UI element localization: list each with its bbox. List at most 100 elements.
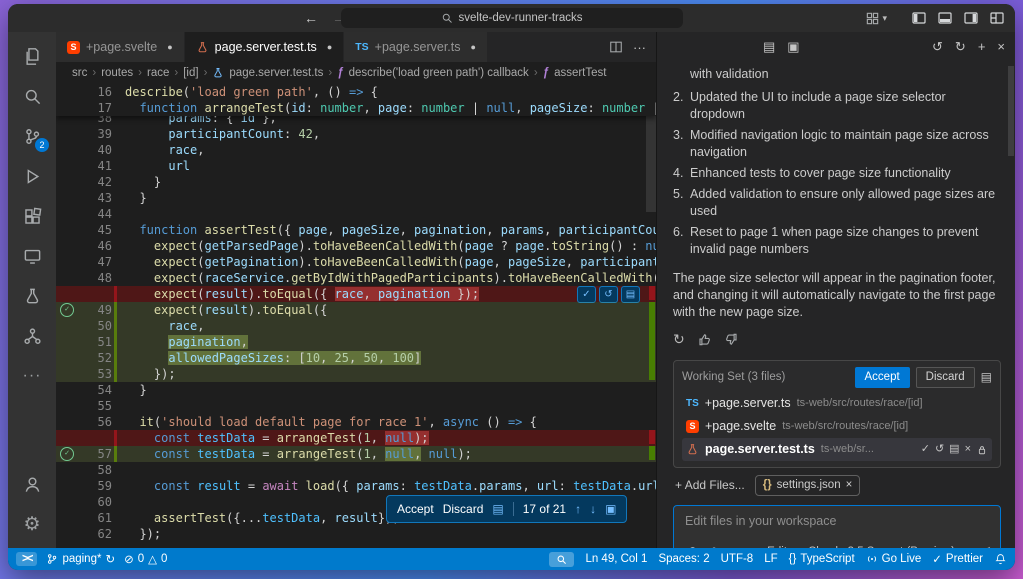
line-number[interactable]: 59 [78,479,112,493]
line-number[interactable]: 61 [78,511,112,525]
encoding-status[interactable]: UTF-8 [721,553,754,565]
open-diff-icon[interactable]: ▤ [492,502,503,516]
language-status[interactable]: {} TypeScript [789,553,855,565]
customize-layout-icon[interactable] [989,10,1005,26]
gutter[interactable]: ✓ [56,447,78,461]
open-file-icon[interactable]: ▤ [949,441,959,458]
settings-gear-icon[interactable]: ⚙ [8,504,56,544]
line-number[interactable]: 46 [78,239,112,253]
sync-icon[interactable]: ↻ [105,552,115,566]
accept-all-button[interactable]: Accept [855,367,910,388]
line-number[interactable]: 55 [78,399,112,413]
line-number[interactable]: 16 [78,85,112,99]
line-number[interactable]: 17 [78,101,112,115]
line-number[interactable]: 38 [78,116,112,125]
breadcrumb-item[interactable]: race [147,67,169,79]
code-line[interactable]: 46 expect(getParsedPage).toHaveBeenCalle… [56,238,656,254]
code-line[interactable]: 39 participantCount: 42, [56,126,656,142]
eol-status[interactable]: LF [764,553,777,565]
modified-dot-icon[interactable]: ● [167,42,172,52]
code-line[interactable]: 53 }); [56,366,656,382]
accept-change-icon[interactable]: ✓ [577,286,596,303]
code-line[interactable]: 44 [56,206,656,222]
command-center-search[interactable]: svelte-dev-runner-tracks [341,8,683,28]
modified-dot-icon[interactable]: ● [471,42,476,52]
settings-json-chip[interactable]: {} settings.json × [755,475,861,496]
breadcrumb-item[interactable]: page.server.test.ts [229,67,323,79]
prev-change-icon[interactable]: ↑ [575,502,581,516]
line-number[interactable]: 57 [78,447,112,461]
code-line[interactable]: ✓57 const testData = arrangeTest(1, null… [56,446,656,462]
more-actions-icon[interactable]: ··· [633,40,646,55]
run-debug-icon[interactable] [8,156,56,196]
line-number[interactable]: 51 [78,335,112,349]
regenerate-icon[interactable]: ↻ [673,331,685,348]
open-session-icon[interactable]: ▤ [763,39,775,55]
profile-menu[interactable]: ▾ [865,4,887,32]
line-number[interactable]: 47 [78,255,112,269]
code-line[interactable]: 58 [56,462,656,478]
org-chart-icon[interactable] [8,316,56,356]
cursor-position[interactable]: Ln 49, Col 1 [585,553,647,565]
discard-button[interactable]: Discard [443,502,484,516]
test-pass-icon[interactable]: ✓ [60,303,74,317]
line-number[interactable]: 56 [78,415,112,429]
code-line[interactable]: 55 [56,398,656,414]
remove-chip-icon[interactable]: × [846,477,853,494]
code-line[interactable]: 43 } [56,190,656,206]
line-number[interactable]: 43 [78,191,112,205]
testing-icon[interactable] [8,276,56,316]
line-number[interactable]: 41 [78,159,112,173]
line-number[interactable]: 40 [78,143,112,157]
prettier-status[interactable]: ✓ Prettier [932,552,983,566]
code-line[interactable]: 38 params: { id }, [56,116,656,126]
zoom-indicator[interactable] [549,552,574,567]
panel-scrollbar[interactable] [1008,66,1014,156]
line-number[interactable]: 42 [78,175,112,189]
indentation-status[interactable]: Spaces: 2 [658,553,709,565]
split-view-icon[interactable]: ▣ [787,39,799,55]
accept-button[interactable]: Accept [397,502,434,516]
add-files-button[interactable]: + Add Files... [675,477,745,494]
working-set-file[interactable]: TS+page.server.tsts-web/src/routes/race/… [682,392,992,415]
back-icon[interactable]: ← [304,10,318,26]
code-line[interactable]: 59 const result = await load({ params: t… [56,478,656,494]
breadcrumb-item[interactable]: [id] [183,67,198,79]
code-editor[interactable]: 16describe('load green path', () => {17 … [56,84,656,548]
git-branch-status[interactable]: paging* ↻ [46,552,115,566]
code-line[interactable]: 42 } [56,174,656,190]
toggle-secondary-sidebar-icon[interactable] [963,10,979,26]
gutter[interactable]: ✓ [56,303,78,317]
code-line[interactable]: 48 expect(raceService.getByIdWithPagedPa… [56,270,656,286]
explorer-icon[interactable] [8,36,56,76]
code-line[interactable]: 17 function arrangeTest(id: number, page… [56,100,656,116]
line-number[interactable]: 53 [78,367,112,381]
close-panel-icon[interactable]: × [997,39,1005,55]
more-views-icon[interactable]: ··· [8,356,56,396]
breadcrumb-item[interactable]: assertTest [554,67,606,79]
split-editor-icon[interactable] [609,40,623,54]
line-number[interactable]: 52 [78,351,112,365]
view-changes-icon[interactable]: ▤ [981,369,992,386]
discard-all-button[interactable]: Discard [916,367,975,388]
breadcrumb-item[interactable]: src [72,67,87,79]
extensions-icon[interactable] [8,196,56,236]
line-number[interactable]: 39 [78,127,112,141]
line-number[interactable]: 54 [78,383,112,397]
tab-page-svelte[interactable]: S +page.svelte ● [56,32,185,62]
code-line[interactable]: expect(result).toEqual({ race, paginatio… [56,286,656,302]
code-line[interactable]: 40 race, [56,142,656,158]
line-number[interactable]: 62 [78,527,112,541]
code-line[interactable]: 54 } [56,382,656,398]
next-change-icon[interactable]: ↓ [590,502,596,516]
code-line[interactable]: 45 function assertTest({ page, pageSize,… [56,222,656,238]
code-line[interactable]: 16describe('load green path', () => { [56,84,656,100]
discard-file-icon[interactable]: ↺ [935,441,944,458]
code-line[interactable]: const testData = arrangeTest(1, null); [56,430,656,446]
notifications-bell-icon[interactable] [994,553,1007,566]
remote-indicator[interactable]: >< [16,552,37,566]
modified-dot-icon[interactable]: ● [327,42,332,52]
chat-input[interactable] [683,513,995,529]
code-line[interactable]: 50 race, [56,318,656,334]
go-live-button[interactable]: Go Live [866,553,922,565]
